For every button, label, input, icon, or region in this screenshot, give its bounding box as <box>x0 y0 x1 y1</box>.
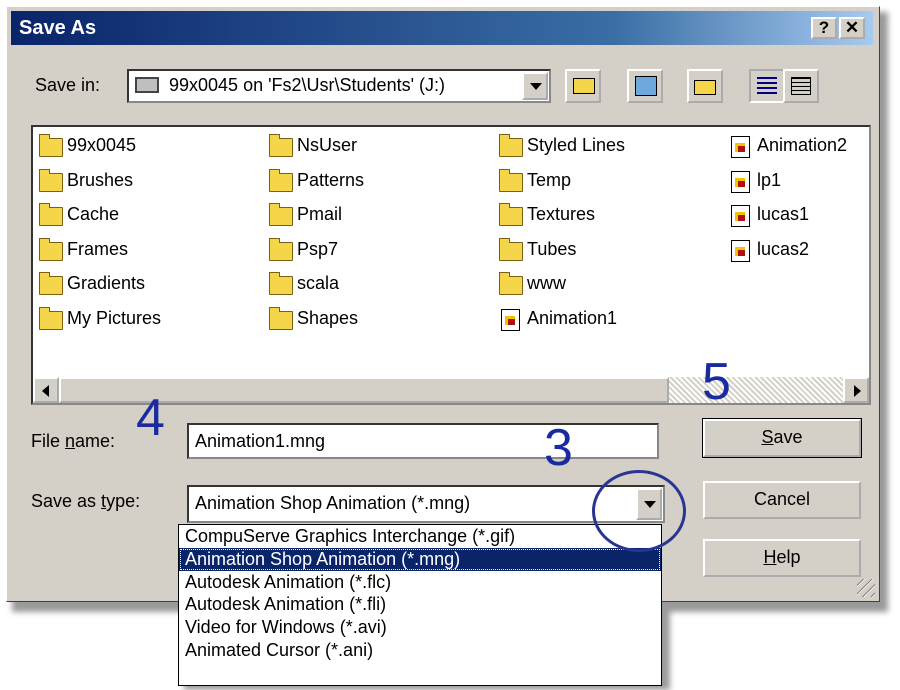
save-in-combo[interactable]: 99x0045 on 'Fs2\Usr\Students' (J:) <box>127 69 551 103</box>
type-option[interactable]: Animation Shop Animation (*.mng) <box>179 547 661 571</box>
details-view-button[interactable] <box>783 69 819 103</box>
animation-file-icon <box>731 239 750 262</box>
save-button[interactable]: Save <box>702 418 862 458</box>
help-question-button[interactable]: ? <box>811 17 837 39</box>
highlight-circle <box>592 470 686 552</box>
file-name-input[interactable]: Animation1.mng <box>187 423 659 459</box>
item-label: lp1 <box>757 169 782 190</box>
folder-icon <box>499 134 523 157</box>
item-label: Animation2 <box>757 135 848 155</box>
folder-icon <box>39 237 63 261</box>
up-folder-button[interactable] <box>565 69 601 103</box>
resize-grip-icon[interactable] <box>857 579 875 597</box>
folder-icon <box>269 168 293 192</box>
item-label: Psp7 <box>297 238 339 259</box>
item-label: Tubes <box>527 238 577 259</box>
list-view-icon <box>757 77 777 95</box>
item-label: scala <box>297 273 340 293</box>
item-label: Pmail <box>297 204 343 224</box>
folder-icon <box>39 203 63 226</box>
file-name-value: Animation1.mng <box>195 431 326 451</box>
item-label: lucas2 <box>757 238 810 259</box>
save-in-value: 99x0045 on 'Fs2\Usr\Students' (J:) <box>169 75 446 95</box>
save-type-label: Save as type: <box>31 491 141 511</box>
type-option[interactable]: Autodesk Animation (*.fli) <box>179 593 661 616</box>
network-drive-icon <box>135 77 159 93</box>
type-option[interactable]: Autodesk Animation (*.flc) <box>179 571 661 594</box>
step-4-annotation: 4 <box>136 389 165 447</box>
folder-icon <box>499 272 523 295</box>
folder-icon <box>39 272 63 295</box>
item-label: Frames <box>67 238 129 259</box>
file-list[interactable]: 99x0045 Brushes Cache Frames Gradients My Pic… <box>31 125 871 405</box>
folder-icon <box>269 134 293 157</box>
save-type-options-list[interactable]: CompuServe Graphics Interchange (*.gif) A… <box>178 524 662 686</box>
animation-file-icon <box>501 308 520 331</box>
desktop-icon <box>635 76 657 96</box>
save-as-dialog: Save As ? ✕ Save in: 99x0045 on 'Fs2\Usr… <box>6 6 880 602</box>
scroll-left-button[interactable] <box>33 377 59 403</box>
type-option[interactable]: Video for Windows (*.avi) <box>179 616 661 639</box>
item-label: www <box>527 273 566 293</box>
type-option[interactable]: Animated Cursor (*.ani) <box>179 639 661 662</box>
window-title: Save As <box>19 17 97 39</box>
item-label: Animation1 <box>527 307 618 328</box>
folder-icon <box>269 203 293 226</box>
save-in-dropdown-button[interactable] <box>522 72 548 100</box>
animation-file-icon <box>731 170 750 193</box>
scroll-right-button[interactable] <box>843 377 869 403</box>
details-view-icon <box>791 77 811 95</box>
animation-file-icon <box>731 205 750 227</box>
help-button[interactable]: Help <box>703 539 861 577</box>
item-label: Shapes <box>297 307 359 328</box>
item-label: 99x0045 <box>67 135 137 155</box>
desktop-button[interactable] <box>627 69 663 103</box>
folder-icon <box>269 272 293 295</box>
title-bar[interactable]: Save As ? ✕ <box>11 11 873 45</box>
up-folder-icon <box>573 78 595 94</box>
cancel-button[interactable]: Cancel <box>703 481 861 519</box>
item-label: Temp <box>527 169 572 190</box>
item-label: Patterns <box>297 169 365 190</box>
item-label: Cache <box>67 204 120 224</box>
folder-icon <box>499 203 523 226</box>
folder-icon <box>269 237 293 261</box>
step-5-annotation: 5 <box>702 353 731 411</box>
item-label: Brushes <box>67 169 134 190</box>
save-type-value: Animation Shop Animation (*.mng) <box>195 493 471 513</box>
item-label: Styled Lines <box>527 135 626 155</box>
chevron-right-icon <box>854 385 861 397</box>
folder-icon <box>39 306 63 330</box>
folder-icon <box>269 306 293 330</box>
chevron-down-icon <box>530 83 542 90</box>
step-3-annotation: 3 <box>544 419 573 477</box>
folder-icon <box>499 168 523 192</box>
item-label: lucas1 <box>757 204 810 224</box>
chevron-left-icon <box>42 385 49 397</box>
item-label: Textures <box>527 204 596 224</box>
item-label: NsUser <box>297 135 358 155</box>
new-folder-button[interactable] <box>687 69 723 103</box>
folder-icon <box>39 134 63 157</box>
item-label: Gradients <box>67 273 146 293</box>
folder-icon <box>39 168 63 192</box>
type-option[interactable]: CompuServe Graphics Interchange (*.gif) <box>179 525 661 548</box>
file-name-label: File name: <box>31 431 116 451</box>
item-label: My Pictures <box>67 307 162 328</box>
save-in-label: Save in: <box>35 75 101 95</box>
animation-file-icon <box>731 136 750 158</box>
new-folder-icon <box>694 80 716 95</box>
list-view-button[interactable] <box>749 69 785 103</box>
close-button[interactable]: ✕ <box>839 17 865 39</box>
folder-icon <box>499 237 523 261</box>
